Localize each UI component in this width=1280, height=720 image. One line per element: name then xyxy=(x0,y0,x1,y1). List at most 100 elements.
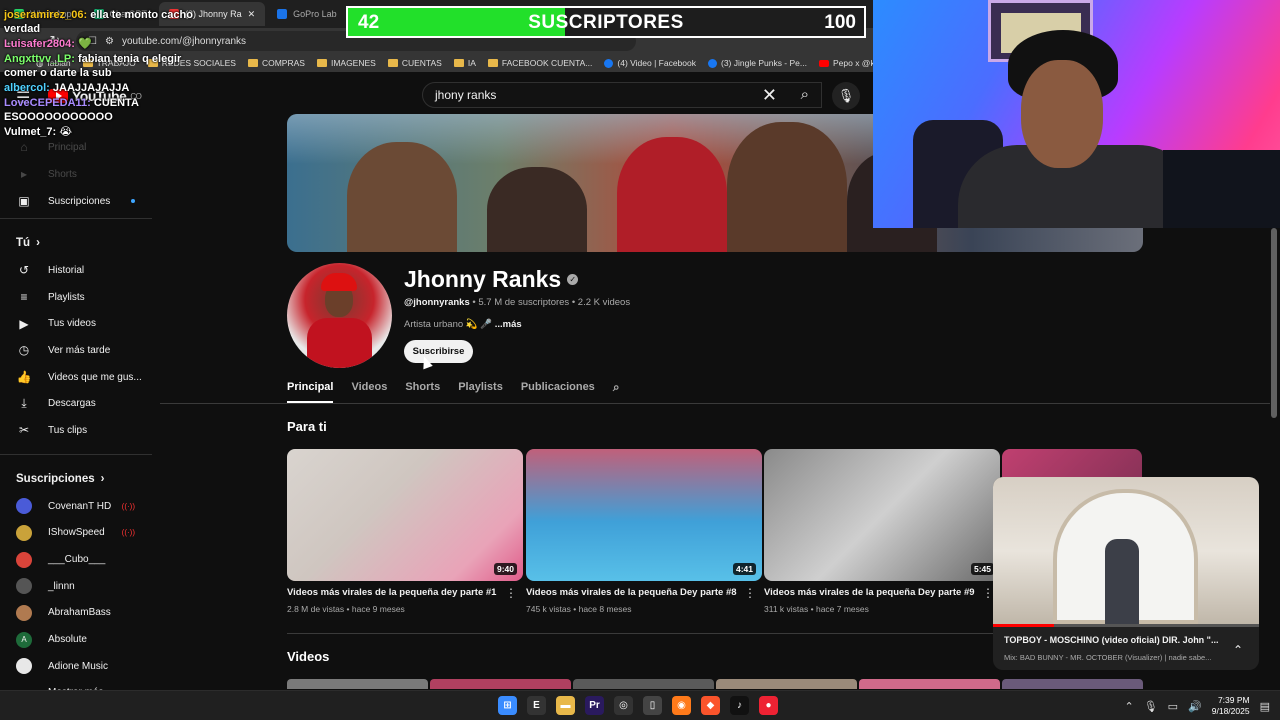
sidebar-you-label: Tú xyxy=(16,237,31,249)
video-thumbnail[interactable] xyxy=(573,679,714,689)
close-tab-icon[interactable]: ✕ xyxy=(248,9,256,20)
home-icon: ⌂ xyxy=(20,140,28,155)
sidebar-item-shorts[interactable]: ▸ Shorts xyxy=(0,161,155,188)
bookmark-item[interactable]: IMAGENES xyxy=(316,58,376,68)
more-link[interactable]: ...más xyxy=(495,319,522,330)
bookmark-item[interactable]: Pepo x @kazu.oficia... xyxy=(818,58,873,68)
video-card[interactable]: 9:40 Videos más virales de la pequeña dey… xyxy=(287,449,523,614)
sidebar-item-clips[interactable]: ✂ Tus clips xyxy=(0,417,155,444)
sidebar-item-watch-later[interactable]: ◷ Ver más tarde xyxy=(0,337,155,364)
channel-avatar-icon xyxy=(16,658,32,675)
notification-icon[interactable]: ▤ xyxy=(1260,700,1270,713)
chat-text: JAAJJAJAJJA xyxy=(49,82,130,94)
sidebar-subscription-item[interactable]: ___Cubo___ xyxy=(0,546,155,573)
network-icon[interactable]: ▭ xyxy=(1168,700,1178,713)
channel-avatar-icon xyxy=(16,551,32,568)
obs-icon[interactable]: ◎ xyxy=(614,696,633,715)
section-title-for-you: Para ti xyxy=(287,419,327,434)
bookmark-item[interactable]: (3) Jingle Punks - Pe... xyxy=(708,58,807,68)
sidebar-item-your-videos[interactable]: ▶ Tus videos xyxy=(0,310,155,337)
sidebar-subscriptions-header[interactable]: Suscripciones › xyxy=(0,465,155,493)
brave-icon[interactable]: ◆ xyxy=(701,696,720,715)
document-icon[interactable]: ▯ xyxy=(643,696,662,715)
video-thumbnail[interactable] xyxy=(716,679,857,689)
chat-message: Luisafer2804: 💚 xyxy=(4,37,209,51)
sidebar-item-like[interactable]: 👍 Videos que me gus... xyxy=(0,364,155,391)
browser-tab[interactable]: GoPro Lab xyxy=(267,2,347,26)
sidebar-subscription-item[interactable]: _linnn xyxy=(0,573,155,600)
bookmark-item[interactable]: (4) Video | Facebook xyxy=(604,58,696,68)
tab-videos[interactable]: Videos xyxy=(351,378,387,403)
chevron-up-icon[interactable]: ⌃ xyxy=(1233,643,1243,657)
streamer-webcam xyxy=(873,0,1280,228)
sidebar-item-download[interactable]: ⤓ Descargas xyxy=(0,390,155,417)
sidebar-subscription-item[interactable]: A Absolute xyxy=(0,626,155,653)
sidebar-subscription-item[interactable]: IShowSpeed ((·)) xyxy=(0,520,155,547)
miniplayer-progress[interactable] xyxy=(993,624,1259,627)
miniplayer[interactable]: TOPBOY - MOSCHINO (video oficial) DIR. J… xyxy=(993,477,1259,670)
channel-description[interactable]: Artista urbano 💫 🎤 ...más xyxy=(404,319,522,330)
subscriptions-icon: ▣ xyxy=(18,194,30,209)
tiktok-icon[interactable]: ♪ xyxy=(730,696,749,715)
subscribe-button[interactable]: Suscribirse xyxy=(404,340,473,363)
voice-search-icon[interactable]: 🎙 xyxy=(832,82,860,110)
chat-message: LoveCEPEDA11: CUENTA ESOOOOOOOOOOO xyxy=(4,96,209,124)
tab-shorts[interactable]: Shorts xyxy=(405,378,440,403)
channel-search-icon[interactable]: ⌕ xyxy=(613,378,620,403)
video-thumbnail[interactable] xyxy=(287,679,428,689)
video-thumbnail[interactable] xyxy=(430,679,571,689)
tab-principal[interactable]: Principal xyxy=(287,378,334,403)
sidebar-subscription-item[interactable]: CovenanT HD ((·)) xyxy=(0,493,155,520)
volume-icon[interactable]: 🔊 xyxy=(1188,700,1202,713)
video-card[interactable]: 4:41 Videos más virales de la pequeña Dey… xyxy=(526,449,762,614)
chat-message: joseramirez_06: ella te monto cacho verd… xyxy=(4,8,209,36)
sidebar-item-playlists[interactable]: ≡ Playlists xyxy=(0,284,155,311)
miniplayer-video[interactable] xyxy=(993,477,1259,626)
sidebar-subscription-item[interactable]: AbrahamBass xyxy=(0,600,155,627)
video-card[interactable]: 5:45 Videos más virales de la pequeña Dey… xyxy=(764,449,1000,614)
tab-publicaciones[interactable]: Publicaciones xyxy=(521,378,595,403)
bookmark-item[interactable]: IA xyxy=(453,58,476,68)
channel-meta: @jhonnyranks • 5.7 M de suscriptores • 2… xyxy=(404,297,630,308)
bookmark-item[interactable]: FACEBOOK CUENTA... xyxy=(487,58,592,68)
like-icon: 👍 xyxy=(16,370,32,385)
more-options-icon[interactable]: ⋮ xyxy=(744,586,756,600)
sidebar-item-history[interactable]: ↺ Historial xyxy=(0,257,155,284)
video-thumbnail[interactable] xyxy=(859,679,1000,689)
sidebar-subscription-item[interactable]: Adione Music xyxy=(0,653,155,680)
page-scrollbar[interactable] xyxy=(1271,228,1277,418)
bookmark-item[interactable]: COMPRAS xyxy=(247,58,305,68)
video-title[interactable]: Videos más virales de la pequeña dey par… xyxy=(287,587,507,598)
premiere-icon[interactable]: Pr xyxy=(585,696,604,715)
sidebar-item-label: ___Cubo___ xyxy=(48,554,106,566)
video-title[interactable]: Videos más virales de la pequeña Dey par… xyxy=(526,587,746,598)
channel-avatar[interactable] xyxy=(287,263,392,368)
chevron-up-icon[interactable]: ⌃ xyxy=(1124,700,1133,713)
video-title[interactable]: Videos más virales de la pequeña Dey par… xyxy=(764,587,984,598)
streamer-face xyxy=(1021,60,1103,168)
clear-search-icon[interactable]: ✕ xyxy=(762,85,777,106)
new-content-dot xyxy=(131,199,135,204)
firefox-icon[interactable]: ◉ xyxy=(672,696,691,715)
system-clock[interactable]: 7:39 PM 9/18/2025 xyxy=(1212,695,1250,717)
search-icon[interactable]: ⌕ xyxy=(801,86,809,103)
channel-avatar-icon xyxy=(16,524,32,541)
separator-dot: • xyxy=(570,604,579,614)
chat-username: albercol: xyxy=(4,82,50,94)
bookmark-item[interactable]: CUENTAS xyxy=(387,58,442,68)
video-thumbnail[interactable]: 9:40 xyxy=(287,449,523,581)
microphone-icon[interactable]: 🎙 xyxy=(1144,700,1158,713)
start-icon[interactable]: ⊞ xyxy=(498,696,517,715)
video-thumbnail[interactable]: 4:41 xyxy=(526,449,762,581)
video-thumbnail[interactable]: 5:45 xyxy=(764,449,1000,581)
more-options-icon[interactable]: ⋮ xyxy=(505,586,517,600)
gp-favicon-icon xyxy=(277,9,288,19)
tab-playlists[interactable]: Playlists xyxy=(458,378,503,403)
app-icon[interactable]: ● xyxy=(759,696,778,715)
section-title-videos[interactable]: Videos xyxy=(287,649,329,664)
search-input[interactable]: jhony ranks ✕ ⌕ xyxy=(422,82,822,108)
sidebar-you-header[interactable]: Tú › xyxy=(0,229,155,257)
epic-icon[interactable]: E xyxy=(527,696,546,715)
video-thumbnail[interactable] xyxy=(1002,679,1143,689)
files-icon[interactable]: ▬ xyxy=(556,696,575,715)
